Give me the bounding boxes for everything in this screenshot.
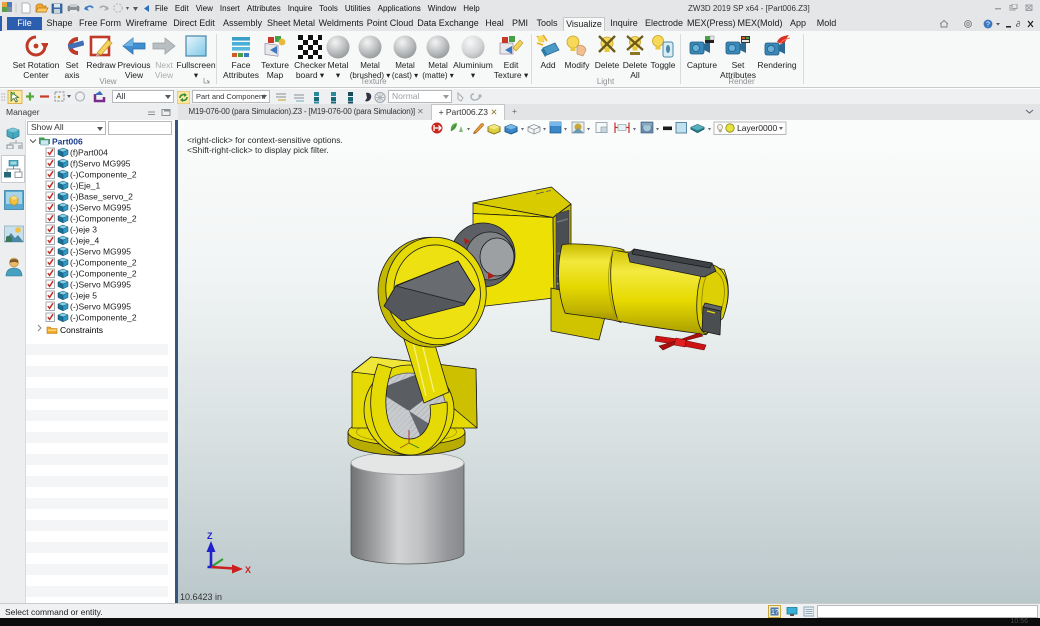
- svg-text:(-)Servo MG995: (-)Servo MG995: [70, 302, 131, 312]
- svg-text:(-)eje 3: (-)eje 3: [70, 225, 97, 235]
- svg-text:?: ?: [986, 22, 990, 29]
- svg-text:1?: 1?: [771, 609, 779, 616]
- svg-text:(-)Servo MG995: (-)Servo MG995: [70, 247, 131, 257]
- svg-text:Part006: Part006: [52, 137, 83, 147]
- svg-text:(-)Componente_2: (-)Componente_2: [70, 313, 137, 323]
- svg-text:(-)Componente_2: (-)Componente_2: [70, 170, 137, 180]
- svg-text:(-)eje 5: (-)eje 5: [70, 291, 97, 301]
- svg-text:Z: Z: [207, 531, 213, 541]
- svg-text:(-)Servo MG995: (-)Servo MG995: [70, 203, 131, 213]
- svg-text:(f)Servo MG995: (f)Servo MG995: [70, 159, 131, 169]
- svg-text:(-)Componente_2: (-)Componente_2: [70, 269, 137, 279]
- svg-text:Constraints: Constraints: [60, 325, 103, 335]
- svg-text:(-)Componente_2: (-)Componente_2: [70, 258, 137, 268]
- svg-text:∂: ∂: [1016, 19, 1020, 29]
- svg-text:X: X: [245, 565, 251, 575]
- svg-text:(-)Eje_1: (-)Eje_1: [70, 181, 101, 191]
- svg-text:(-)Componente_2: (-)Componente_2: [70, 214, 137, 224]
- svg-text:(-)Servo MG995: (-)Servo MG995: [70, 280, 131, 290]
- svg-text:10.6423 in: 10.6423 in: [180, 592, 222, 602]
- svg-text:(-)eje_4: (-)eje_4: [70, 236, 100, 246]
- svg-text:(f)Part004: (f)Part004: [70, 148, 108, 158]
- svg-text:(-)Base_servo_2: (-)Base_servo_2: [70, 192, 133, 202]
- svg-text:Layer0000: Layer0000: [737, 123, 777, 133]
